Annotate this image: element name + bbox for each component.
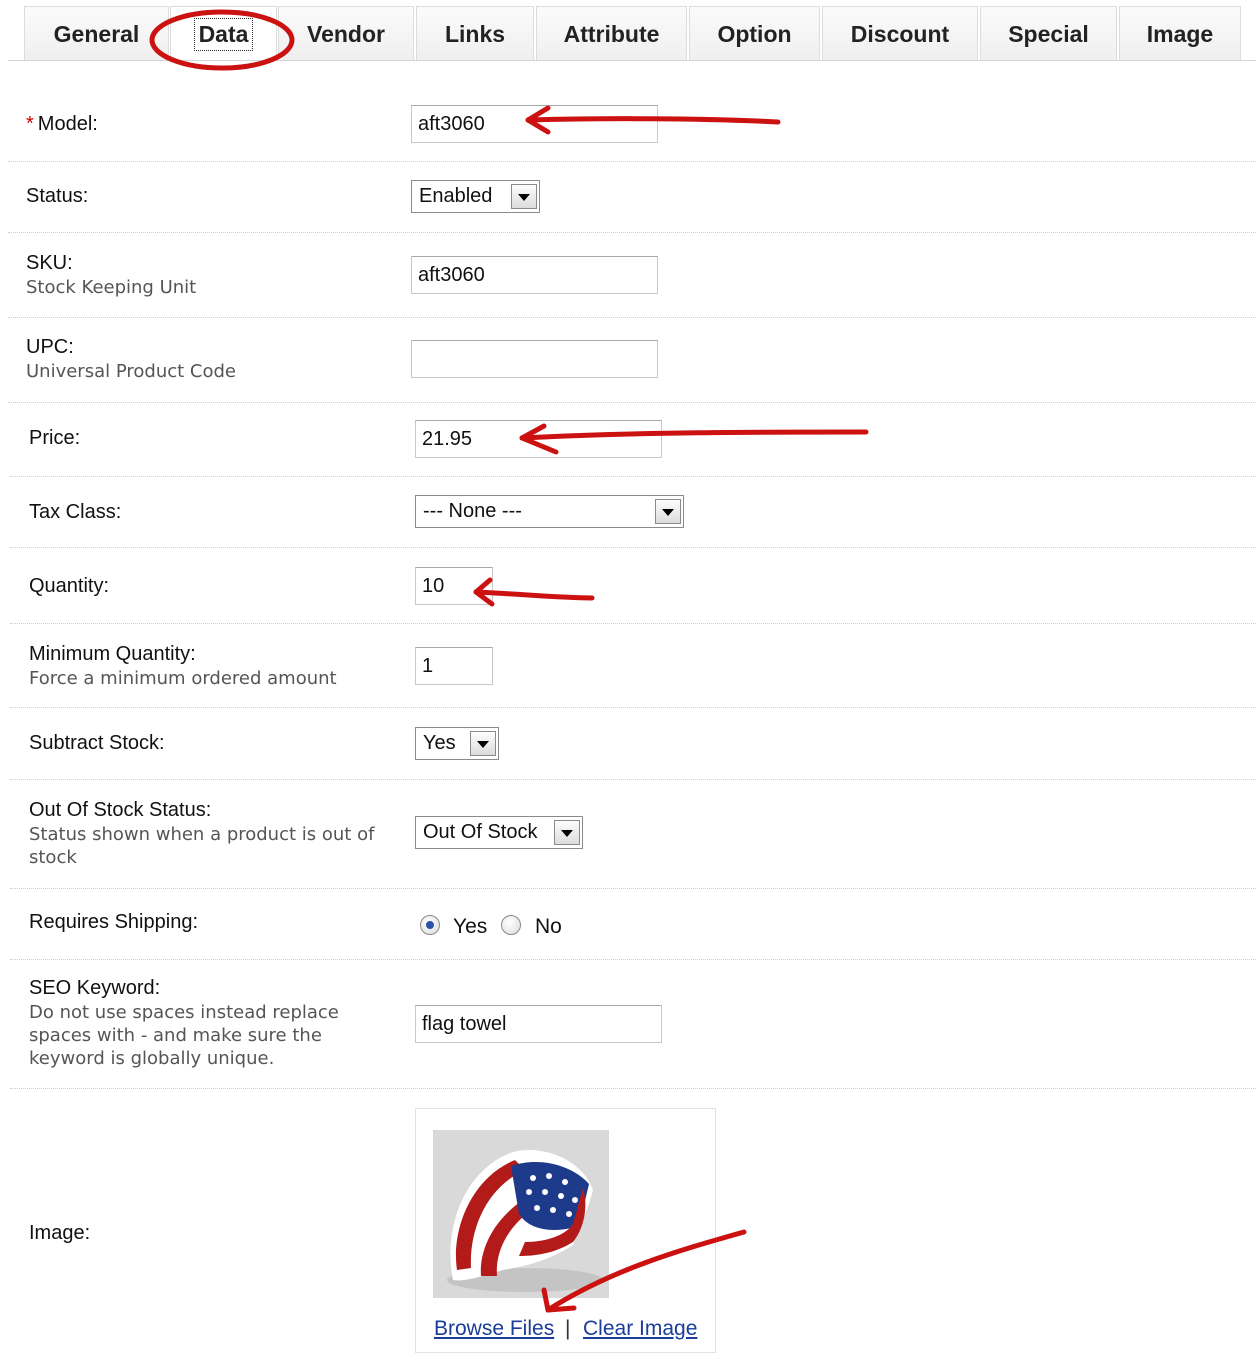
status-selected: Enabled — [419, 185, 493, 207]
chevron-down-icon[interactable] — [470, 731, 496, 756]
seo-label: SEO Keyword: — [29, 977, 161, 999]
quantity-label: Quantity: — [29, 575, 110, 597]
chevron-down-icon[interactable] — [655, 499, 681, 524]
tax-class-selected: --- None --- — [423, 500, 522, 522]
upc-help: Universal Product Code — [26, 361, 236, 382]
tab-discount[interactable]: Discount — [822, 6, 978, 61]
tab-vendor[interactable]: Vendor — [278, 6, 414, 61]
link-separator: | — [565, 1317, 571, 1340]
tab-data[interactable]: Data — [170, 6, 277, 62]
clear-image-link[interactable]: Clear Image — [583, 1317, 697, 1341]
chevron-down-icon[interactable] — [511, 184, 537, 209]
model-input[interactable]: aft3060 — [411, 105, 658, 143]
sku-help: Stock Keeping Unit — [26, 277, 197, 298]
stock-status-label: Out Of Stock Status: — [29, 799, 212, 821]
minimum-help: Force a minimum ordered amount — [29, 668, 337, 689]
price-input[interactable]: 21.95 — [415, 420, 662, 458]
shipping-label: Requires Shipping: — [29, 911, 198, 933]
upc-label: UPC: — [26, 336, 74, 358]
quantity-input[interactable]: 10 — [415, 567, 493, 605]
tab-image[interactable]: Image — [1119, 6, 1241, 61]
seo-help: Do not use spaces instead replace spaces… — [29, 1002, 339, 1069]
row-status — [8, 162, 1256, 233]
required-mark: * — [26, 113, 34, 135]
stock-status-selected: Out Of Stock — [423, 821, 538, 843]
browse-files-link[interactable]: Browse Files — [434, 1317, 554, 1341]
model-label: * Model: — [26, 113, 98, 135]
tax-class-label: Tax Class: — [29, 501, 122, 523]
price-label: Price: — [29, 427, 81, 449]
subtract-label: Subtract Stock: — [29, 732, 165, 754]
chevron-down-icon[interactable] — [554, 820, 580, 845]
tab-option[interactable]: Option — [689, 6, 820, 61]
minimum-input[interactable]: 1 — [415, 647, 493, 685]
image-label: Image: — [29, 1222, 91, 1244]
tax-class-select[interactable]: --- None --- — [415, 495, 684, 528]
status-select[interactable]: Enabled — [411, 180, 540, 213]
seo-input[interactable]: flag towel — [415, 1005, 662, 1043]
status-label: Status: — [26, 185, 89, 207]
row-subtract — [10, 708, 1256, 780]
stock-status-select[interactable]: Out Of Stock — [415, 816, 583, 849]
shipping-yes-radio[interactable] — [420, 915, 440, 935]
tab-special[interactable]: Special — [980, 6, 1117, 61]
sku-input[interactable]: aft3060 — [411, 256, 658, 294]
shipping-no-radio[interactable] — [501, 915, 521, 935]
shipping-yes-label[interactable]: Yes — [453, 915, 487, 939]
tab-general[interactable]: General — [24, 6, 169, 61]
tab-attribute[interactable]: Attribute — [536, 6, 687, 61]
minimum-label: Minimum Quantity: — [29, 643, 196, 665]
row-minimum — [10, 624, 1256, 708]
shipping-no-label[interactable]: No — [535, 915, 562, 939]
upc-input[interactable] — [411, 340, 658, 378]
row-quantity — [10, 548, 1256, 624]
tab-bar: General Data Vendor Links Attribute Opti… — [0, 0, 1256, 62]
tab-links[interactable]: Links — [416, 6, 534, 61]
stock-status-help: Status shown when a product is out of st… — [29, 824, 375, 868]
subtract-selected: Yes — [423, 732, 456, 754]
sku-label: SKU: — [26, 252, 73, 274]
product-image — [433, 1130, 609, 1298]
subtract-select[interactable]: Yes — [415, 727, 499, 760]
